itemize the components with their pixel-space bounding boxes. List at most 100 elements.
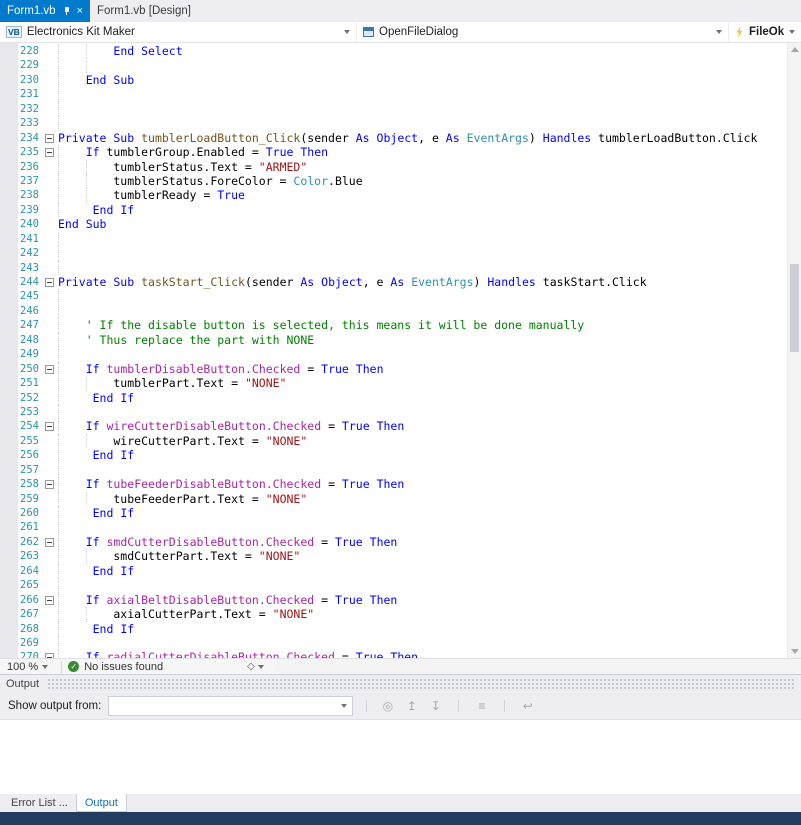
toolbar-divider [458, 700, 459, 712]
code-token [58, 333, 86, 347]
check-icon: ✓ [68, 661, 79, 672]
code-text [58, 58, 787, 72]
code-token: smdCutterDisableButton.Checked [107, 535, 315, 549]
code-editor[interactable]: 228 End Select229230 End Sub231232233234… [0, 43, 801, 658]
go-to-next-message-icon[interactable]: ↧ [428, 699, 443, 713]
code-line: 267 axialCutterPart.Text = "NONE" [18, 607, 787, 621]
indent-guide [58, 636, 59, 650]
line-number: 228 [18, 44, 42, 58]
fold-collapse-icon[interactable] [45, 538, 54, 547]
document-health-indicator[interactable]: ✓ No issues found [68, 661, 163, 673]
code-token [100, 650, 107, 658]
code-token: True [356, 650, 384, 658]
fold-collapse-icon[interactable] [45, 148, 54, 157]
output-panel-header[interactable]: Output [0, 675, 801, 693]
code-tokens: tumblerPart.Text = "NONE" [58, 376, 286, 390]
fold-collapse-icon[interactable] [45, 278, 54, 287]
line-number: 262 [18, 535, 42, 549]
scrollbar-thumb[interactable] [790, 264, 799, 352]
combo-dropdown-button[interactable] [336, 697, 352, 715]
indent-guide [58, 87, 59, 101]
fold-collapse-icon[interactable] [45, 596, 54, 605]
fold-collapse-icon[interactable] [45, 422, 54, 431]
code-line: 253 [18, 405, 787, 419]
pin-icon[interactable] [63, 7, 71, 16]
show-output-from-label: Show output from: [8, 700, 101, 712]
fold-margin [42, 145, 58, 159]
document-tab-bar: Form1.vb × Form1.vb [Design] [0, 0, 801, 22]
go-to-previous-message-icon[interactable]: ↥ [404, 699, 419, 713]
code-token: As [446, 131, 460, 145]
code-text [58, 347, 787, 361]
tab-output[interactable]: Output [76, 794, 127, 812]
member-dropdown[interactable]: FileOk [728, 22, 801, 42]
code-tokens: If smdCutterDisableButton.Checked = True… [58, 535, 397, 549]
clear-all-icon[interactable]: ≡ [474, 699, 489, 713]
editor-vertical-scrollbar[interactable] [787, 43, 801, 658]
code-line: 234Private Sub tumblerLoadButton_Click(s… [18, 131, 787, 145]
zoom-control[interactable]: 100 % [0, 659, 55, 674]
tab-form1-vb-design[interactable]: Form1.vb [Design] [90, 0, 198, 22]
output-content[interactable] [0, 719, 801, 794]
fold-margin [42, 564, 58, 578]
code-tokens: Private Sub taskStart_Click(sender As Ob… [58, 275, 647, 289]
toggle-word-wrap-icon[interactable]: ↩ [520, 699, 535, 713]
code-tokens: End If [58, 203, 134, 217]
fold-margin [42, 506, 58, 520]
fold-collapse-icon[interactable] [45, 480, 54, 489]
code-token [100, 535, 107, 549]
line-number: 257 [18, 463, 42, 477]
code-token [100, 477, 107, 491]
code-token: radialCutterDisableButton.Checked [107, 650, 335, 658]
code-token [58, 622, 93, 636]
code-token: wireCutterDisableButton.Checked [107, 419, 322, 433]
show-output-from-combo[interactable] [108, 696, 353, 716]
line-number: 229 [18, 58, 42, 72]
breakpoint-margin[interactable] [0, 43, 18, 658]
fold-collapse-icon[interactable] [45, 134, 54, 143]
code-text: If tubeFeederDisableButton.Checked = Tru… [58, 477, 787, 491]
code-text: smdCutterPart.Text = "NONE" [58, 549, 787, 563]
code-token: True [335, 535, 363, 549]
find-message-in-code-icon[interactable]: ◎ [380, 699, 395, 713]
scroll-up-arrow-icon[interactable] [791, 47, 799, 52]
editor-horizontal-scrollbar[interactable] [274, 659, 801, 674]
code-cleanup-button[interactable]: ◇ [247, 661, 264, 672]
code-text [58, 636, 787, 650]
project-dropdown-label: Electronics Kit Maker [27, 26, 344, 38]
class-dropdown[interactable]: OpenFileDialog [356, 22, 728, 42]
code-token: EventArgs [411, 275, 473, 289]
fold-collapse-icon[interactable] [45, 365, 54, 374]
code-token: .Blue [328, 174, 363, 188]
fold-collapse-icon[interactable] [45, 653, 54, 658]
code-token: True [266, 145, 294, 159]
code-text: End If [58, 564, 787, 578]
code-text: tumblerStatus.ForeColor = Color.Blue [58, 174, 787, 188]
code-line: 259 tubeFeederPart.Text = "NONE" [18, 492, 787, 506]
line-number: 259 [18, 492, 42, 506]
dropdown-arrow-icon [258, 665, 264, 669]
indent-guide [86, 58, 87, 72]
code-line: 240End Sub [18, 217, 787, 231]
code-token: axialCutterPart.Text = [58, 607, 273, 621]
code-token [58, 535, 86, 549]
code-token [58, 506, 93, 520]
tab-form1-vb[interactable]: Form1.vb × [0, 0, 90, 22]
line-number: 238 [18, 188, 42, 202]
code-text: End If [58, 622, 787, 636]
code-token: wireCutterPart.Text = [58, 434, 266, 448]
close-icon[interactable]: × [77, 6, 83, 17]
line-number: 265 [18, 578, 42, 592]
line-number: 250 [18, 362, 42, 376]
member-dropdown-label: FileOk [749, 26, 789, 38]
scroll-down-arrow-icon[interactable] [791, 649, 799, 654]
code-token [100, 419, 107, 433]
project-dropdown[interactable]: VB Electronics Kit Maker [0, 22, 356, 42]
code-token: As [390, 275, 404, 289]
fold-margin [42, 578, 58, 592]
tab-error-list[interactable]: Error List ... [3, 794, 76, 812]
code-line: 252 End If [18, 391, 787, 405]
code-tokens: If tumblerDisableButton.Checked = True T… [58, 362, 384, 376]
fold-margin [42, 203, 58, 217]
line-number: 246 [18, 304, 42, 318]
